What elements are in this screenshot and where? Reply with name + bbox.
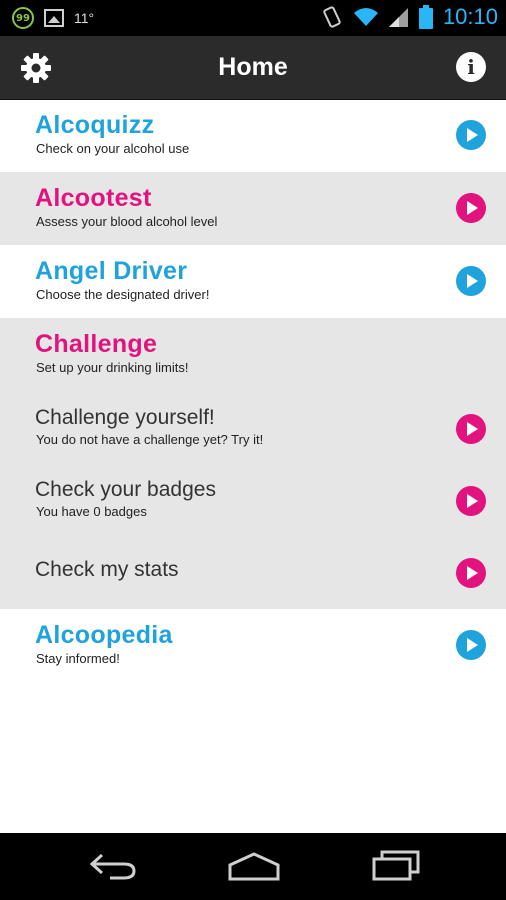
recent-apps-icon[interactable] bbox=[370, 849, 422, 881]
menu-item-alcoopedia[interactable]: Alcoopedia Stay informed! bbox=[0, 609, 506, 682]
menu-item-angel-driver[interactable]: Angel Driver Choose the designated drive… bbox=[0, 245, 506, 318]
back-icon[interactable] bbox=[88, 851, 138, 881]
menu-item-subtitle: Choose the designated driver! bbox=[36, 287, 210, 302]
menu-item-subtitle: Assess your blood alcohol level bbox=[36, 214, 218, 229]
item-subtitle: You do not have a challenge yet? Try it! bbox=[36, 432, 264, 447]
play-icon[interactable] bbox=[456, 193, 486, 223]
play-icon[interactable] bbox=[456, 486, 486, 516]
image-icon bbox=[44, 9, 64, 27]
notification-badge: 99 bbox=[12, 7, 34, 29]
menu-item-title: Alcoopedia bbox=[35, 621, 173, 649]
status-left: 99 11° bbox=[12, 7, 94, 29]
play-icon[interactable] bbox=[456, 120, 486, 150]
menu-item-alcootest[interactable]: Alcootest Assess your blood alcohol leve… bbox=[0, 172, 506, 245]
action-bar: Home i bbox=[0, 36, 506, 100]
wifi-icon bbox=[353, 8, 378, 26]
menu-item-title: Angel Driver bbox=[35, 257, 188, 285]
play-icon[interactable] bbox=[456, 630, 486, 660]
menu-item-title: Alcoquizz bbox=[35, 111, 155, 139]
section-subtitle: Set up your drinking limits! bbox=[36, 360, 189, 375]
status-right: 10:10 bbox=[321, 4, 498, 30]
item-title: Challenge yourself! bbox=[35, 406, 215, 429]
info-icon[interactable]: i bbox=[456, 52, 486, 82]
menu-item-alcoquizz[interactable]: Alcoquizz Check on your alcohol use bbox=[0, 99, 506, 172]
item-subtitle: You have 0 badges bbox=[36, 504, 147, 519]
battery-icon bbox=[418, 5, 433, 29]
section-title: Challenge bbox=[35, 330, 158, 358]
clock: 10:10 bbox=[442, 4, 498, 29]
challenge-yourself-item[interactable]: Challenge yourself! You do not have a ch… bbox=[0, 394, 506, 466]
check-stats-item[interactable]: Check my stats bbox=[0, 538, 506, 609]
item-title: Check my stats bbox=[35, 558, 179, 581]
menu-item-title: Alcootest bbox=[35, 184, 152, 212]
item-title: Check your badges bbox=[35, 478, 216, 501]
challenge-section: Challenge Set up your drinking limits! C… bbox=[0, 318, 506, 609]
check-badges-item[interactable]: Check your badges You have 0 badges bbox=[0, 466, 506, 538]
play-icon[interactable] bbox=[456, 558, 486, 588]
temperature: 11° bbox=[74, 10, 95, 26]
menu-item-subtitle: Check on your alcohol use bbox=[36, 141, 190, 156]
navigation-bar bbox=[0, 833, 506, 900]
menu-item-subtitle: Stay informed! bbox=[36, 651, 120, 666]
status-bar: 99 11° 10:10 bbox=[0, 0, 506, 36]
home-icon[interactable] bbox=[226, 851, 282, 881]
play-icon[interactable] bbox=[456, 266, 486, 296]
signal-icon bbox=[388, 8, 408, 27]
rotate-icon bbox=[323, 6, 341, 28]
play-icon[interactable] bbox=[456, 414, 486, 444]
page-title: Home bbox=[218, 53, 288, 81]
